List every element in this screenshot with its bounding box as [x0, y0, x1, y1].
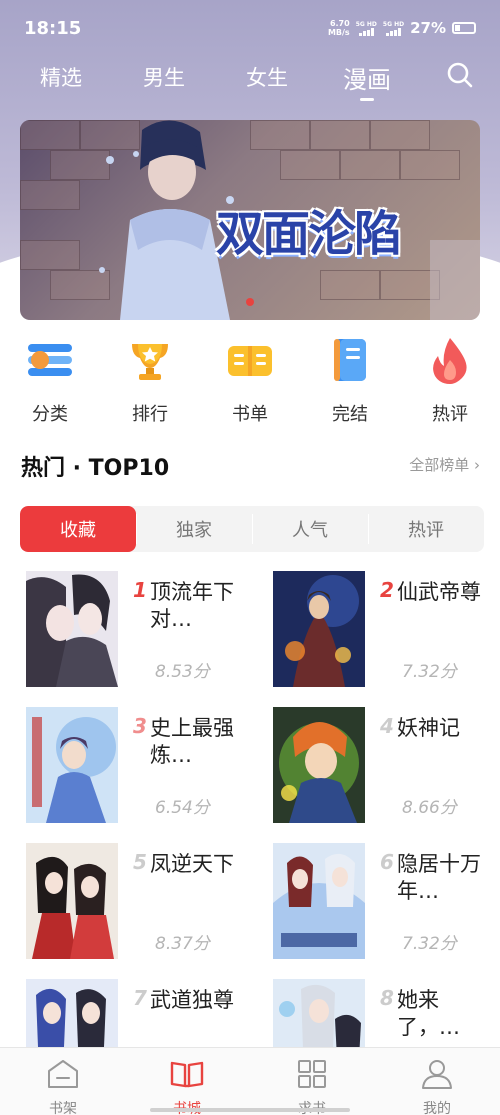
book-cover	[273, 571, 365, 687]
profile-icon	[422, 1060, 452, 1089]
book-title: 史上最强炼…	[150, 716, 234, 767]
category-item-classify[interactable]: 分类	[10, 336, 90, 426]
nav-label: 求书	[272, 1098, 352, 1115]
banner-title: 双面沦陷	[216, 206, 402, 262]
book-score: 7.32分	[402, 662, 457, 682]
tab-exclusive[interactable]: 独家	[136, 506, 252, 552]
nav-bookshelf[interactable]: 书架	[23, 1058, 103, 1115]
home-indicator[interactable]	[150, 1108, 350, 1112]
battery-icon	[452, 22, 476, 34]
book-title: 凤逆天下	[150, 852, 234, 876]
rank-number: 3	[133, 714, 147, 738]
signal-label: 5G HD	[382, 20, 405, 28]
ranking-item[interactable]: 5 凤逆天下 8.37分	[26, 843, 256, 961]
book-title: 妖神记	[397, 716, 460, 740]
tab-hot-review[interactable]: 热评	[368, 506, 484, 552]
book-title: 她来了，…	[397, 988, 460, 1039]
ranking-segmented-control: 收藏 独家 人气 热评	[20, 506, 484, 552]
book-title: 隐居十万年…	[397, 852, 481, 903]
search-icon[interactable]	[446, 61, 474, 89]
bookshelf-icon	[48, 1060, 78, 1088]
category-item-ranking[interactable]: 排行	[110, 336, 190, 426]
book-cover	[26, 571, 118, 687]
tab-featured[interactable]: 精选	[40, 62, 82, 92]
signal-icon: 5G HD	[356, 21, 377, 36]
rank-number: 4	[380, 714, 394, 738]
status-bar: 18:15 6.70 MB/s 5G HD 5G HD 27%	[0, 0, 500, 56]
signal-icon: 5G HD	[383, 21, 404, 36]
rank-number: 6	[380, 850, 394, 874]
finished-book-icon	[334, 339, 366, 381]
book-cover	[26, 843, 118, 959]
trophy-icon	[132, 344, 168, 380]
section-title: 热门 · TOP10	[21, 456, 170, 481]
signal-label: 5G HD	[355, 20, 377, 28]
nav-label: 书城	[147, 1098, 227, 1115]
network-speed-unit: MB/s	[327, 28, 350, 37]
category-label: 排行	[132, 404, 168, 425]
category-label: 分类	[32, 404, 68, 425]
tab-favorites[interactable]: 收藏	[20, 506, 136, 552]
network-speed: 6.70 MB/s	[328, 19, 350, 37]
tab-comics[interactable]: 漫画	[343, 60, 391, 101]
book-score: 8.66分	[402, 798, 457, 818]
tab-female[interactable]: 女生	[246, 62, 288, 92]
battery-percent: 27%	[410, 19, 446, 37]
book-cover	[273, 707, 365, 823]
book-score: 6.54分	[155, 798, 210, 818]
all-rankings-link[interactable]: 全部榜单 ›	[409, 454, 480, 475]
nav-bookstore[interactable]: 书城	[147, 1058, 227, 1115]
category-label: 书单	[232, 404, 268, 425]
category-item-finished[interactable]: 完结	[310, 336, 390, 426]
category-shortcuts: 分类 排行 书单 完结 热评	[0, 330, 500, 430]
rank-number: 2	[380, 578, 394, 602]
book-title: 仙武帝尊	[397, 580, 481, 604]
top-nav: 精选 男生 女生 漫画	[0, 56, 500, 106]
book-title: 武道独尊	[150, 988, 234, 1012]
book-score: 8.53分	[155, 662, 210, 682]
ranking-item[interactable]: 6 隐居十万年… 7.32分	[273, 843, 500, 961]
nav-request-book[interactable]: 求书	[272, 1058, 352, 1115]
banner-carousel[interactable]: 双面沦陷	[20, 120, 480, 320]
book-cover	[26, 707, 118, 823]
category-item-booklist[interactable]: 书单	[210, 336, 290, 426]
carousel-indicator[interactable]	[246, 298, 254, 306]
book-title: 顶流年下对…	[150, 580, 234, 631]
tab-popularity[interactable]: 人气	[252, 506, 368, 552]
bottom-navigation: 书架 书城 求书 我的	[0, 1047, 500, 1115]
status-indicators: 6.70 MB/s 5G HD 5G HD 27%	[328, 19, 476, 37]
flame-icon	[433, 338, 467, 384]
rank-number: 8	[380, 986, 394, 1010]
ranking-item[interactable]: 7 武道独尊	[26, 979, 256, 1095]
ranking-item[interactable]: 8 她来了，…	[273, 979, 500, 1095]
category-label: 热评	[432, 404, 468, 425]
book-score: 8.37分	[155, 934, 210, 954]
nav-profile[interactable]: 我的	[397, 1058, 477, 1115]
ranking-item[interactable]: 4 妖神记 8.66分	[273, 707, 500, 825]
category-icon	[28, 344, 72, 376]
ranking-item[interactable]: 1 顶流年下对… 8.53分	[26, 571, 256, 689]
tab-male[interactable]: 男生	[143, 62, 185, 92]
booklist-icon	[228, 346, 272, 376]
ranking-item[interactable]: 3 史上最强炼… 6.54分	[26, 707, 256, 825]
rank-number: 1	[133, 578, 147, 602]
book-cover	[273, 843, 365, 959]
grid-icon	[298, 1060, 326, 1088]
bookstore-icon	[170, 1061, 204, 1088]
rank-number: 5	[133, 850, 147, 874]
status-time: 18:15	[24, 17, 82, 39]
nav-label: 我的	[423, 1101, 451, 1115]
category-item-hot-review[interactable]: 热评	[410, 336, 490, 426]
nav-label: 书架	[49, 1101, 77, 1115]
network-speed-value: 6.70	[329, 19, 350, 28]
book-score: 7.32分	[402, 934, 457, 954]
category-label: 完结	[332, 404, 368, 425]
rank-number: 7	[133, 986, 147, 1010]
ranking-item[interactable]: 2 仙武帝尊 7.32分	[273, 571, 500, 689]
